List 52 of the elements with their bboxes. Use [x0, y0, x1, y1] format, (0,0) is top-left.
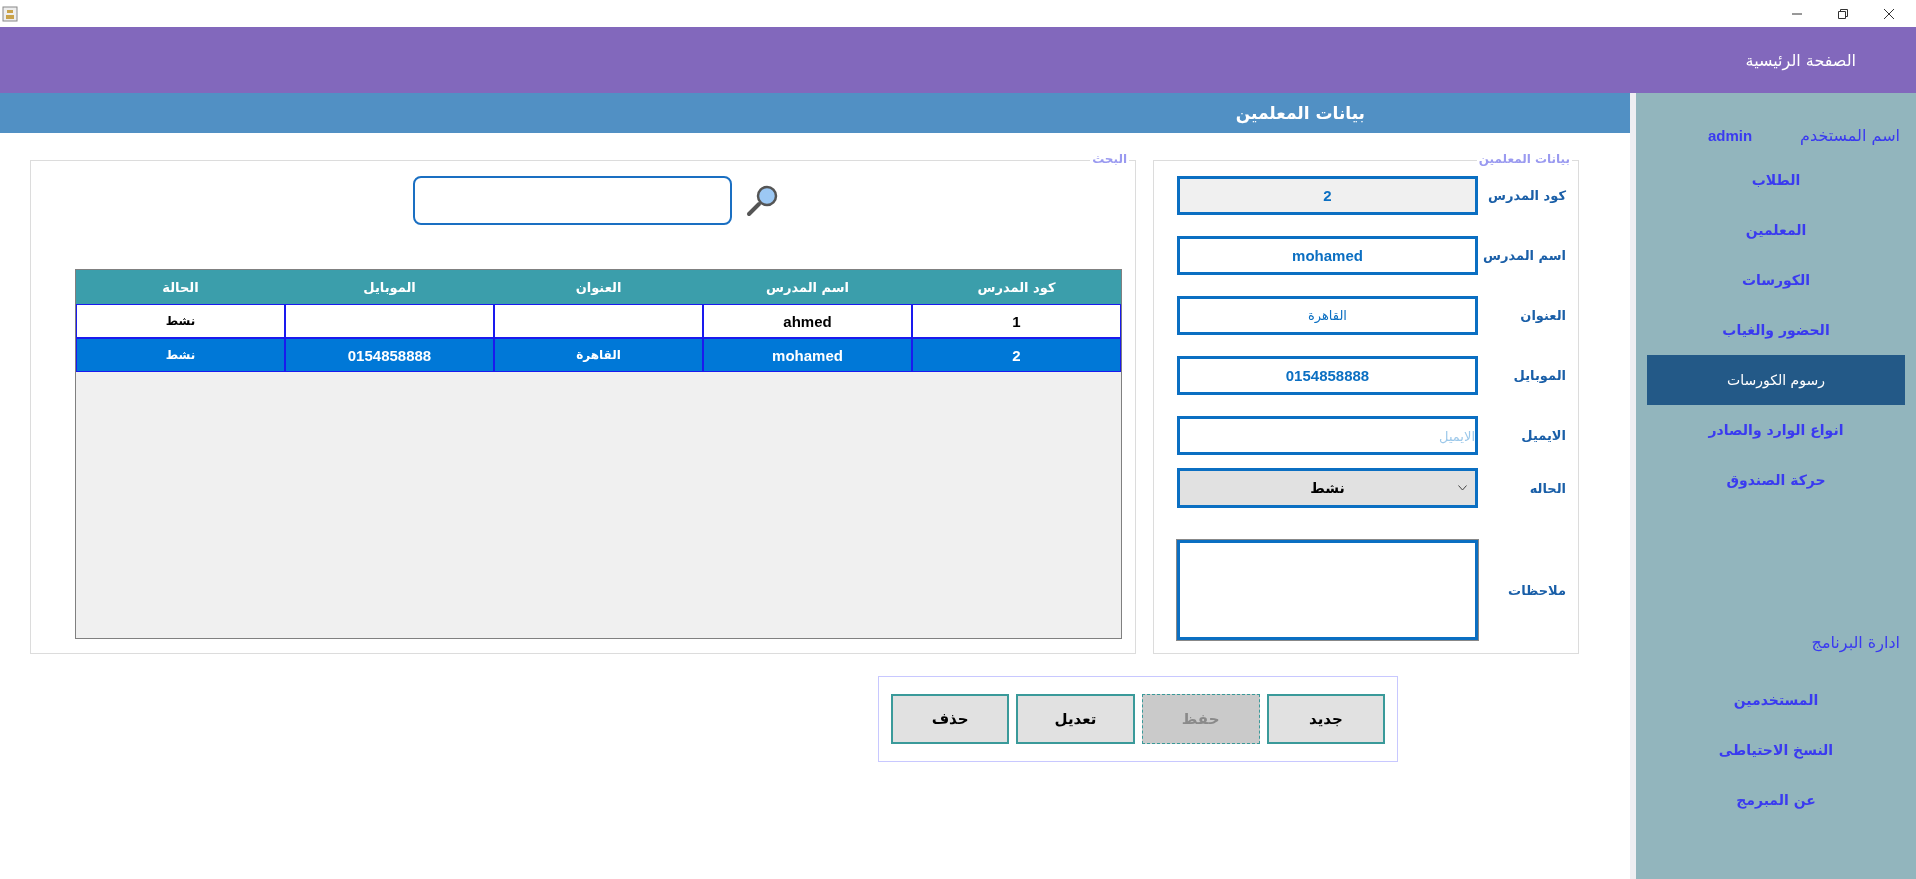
input-field[interactable]: mohamed	[1177, 236, 1478, 275]
sidebar-item[interactable]: الطلاب	[1647, 155, 1905, 205]
sidebar-item[interactable]: المعلمين	[1647, 205, 1905, 255]
dropdown[interactable]: نشط	[1177, 468, 1478, 508]
field-label: الحاله	[1528, 480, 1567, 496]
input-field[interactable]: الايميل	[1177, 416, 1478, 455]
user-name: admin	[1707, 126, 1753, 144]
action-button[interactable]: تعديل	[1016, 694, 1135, 744]
column-header: الحالة	[161, 278, 200, 297]
field-label: الايميل	[1520, 428, 1567, 443]
sidebar-item[interactable]: الكورسات	[1647, 255, 1905, 305]
input-field[interactable]: 0154858888	[1177, 356, 1478, 395]
sidebar-item[interactable]: الحضور والغياب	[1647, 305, 1905, 355]
column-header: العنوان	[574, 278, 623, 297]
search-field[interactable]	[413, 176, 732, 225]
table-cell: ahmed	[783, 312, 832, 330]
notes-field[interactable]	[1177, 540, 1478, 640]
caret-icon	[1458, 485, 1467, 491]
table-cell: القاهرة	[576, 348, 621, 362]
close-icon[interactable]	[1884, 8, 1894, 19]
table-cell: نشط	[165, 348, 196, 362]
restore-icon[interactable]	[1838, 8, 1848, 19]
field-label: الموبايل	[1512, 368, 1567, 383]
column-header: اسم المدرس	[765, 278, 850, 297]
table-cell: نشط	[165, 314, 196, 328]
search-icon[interactable]	[746, 183, 780, 218]
column-header: كود المدرس	[976, 278, 1057, 297]
sidebar-item[interactable]: انواع الوارد والصادر	[1647, 405, 1905, 455]
section-heading: ادارة البرنامج	[1810, 633, 1901, 655]
sidebar-item[interactable]: النسخ الاحتياطى	[1647, 725, 1905, 775]
sidebar-item[interactable]: عن المبرمج	[1647, 775, 1905, 825]
sidebar-item[interactable]: رسوم الكورسات	[1647, 355, 1905, 405]
field-label: اسم المدرس	[1482, 248, 1567, 263]
table-cell: 1	[1012, 312, 1021, 330]
sidebar-item[interactable]: حركة الصندوق	[1647, 455, 1905, 505]
action-button[interactable]: جديد	[1266, 694, 1385, 744]
column-header: الموبايل	[362, 278, 417, 297]
header-title: الصفحة الرئيسية	[1745, 50, 1856, 70]
sidebar-item[interactable]: المستخدمين	[1647, 675, 1905, 725]
app-icon	[2, 5, 18, 22]
panel-legend: بيانات المعلمين	[1476, 152, 1572, 166]
panel-legend: البحث	[1090, 152, 1129, 166]
action-button[interactable]: حذف	[891, 694, 1010, 744]
section-title: بيانات المعلمين	[1235, 103, 1365, 123]
table-cell: 2	[1012, 346, 1021, 364]
field-label: العنوان	[1519, 308, 1567, 323]
field-label: كود المدرس	[1487, 188, 1567, 203]
table-cell: mohamed	[772, 346, 843, 364]
field-label: ملاحظات	[1507, 582, 1567, 598]
table-cell: 0154858888	[347, 346, 432, 364]
user-label: اسم المستخدم	[1800, 125, 1900, 145]
input-field[interactable]: القاهرة	[1177, 296, 1478, 335]
